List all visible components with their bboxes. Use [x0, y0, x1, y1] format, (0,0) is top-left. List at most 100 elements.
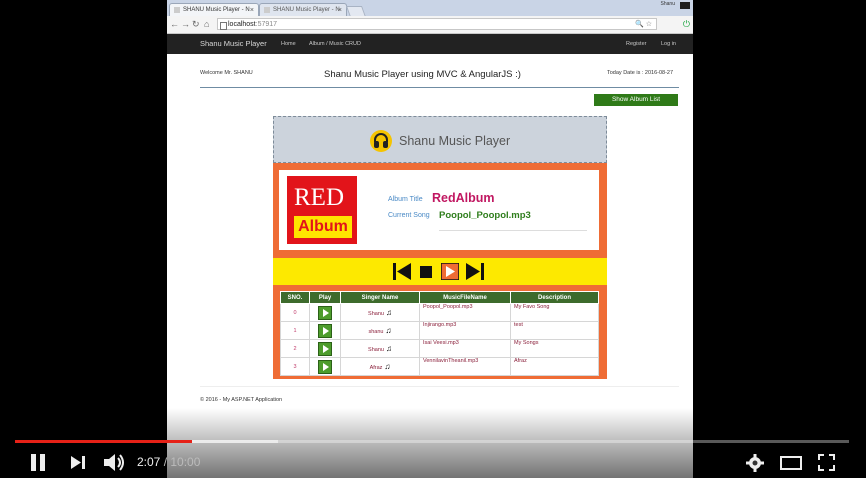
- today-date: Today Date is : 2016-08-27: [607, 70, 674, 76]
- stop-icon[interactable]: [420, 266, 432, 278]
- play-song-button[interactable]: [318, 323, 332, 338]
- site-navbar: Shanu Music Player Home Album / Music CR…: [167, 34, 693, 54]
- url-port: :57917: [255, 21, 278, 28]
- tab-label: SHANU Music Player - N: [183, 7, 250, 13]
- player-controls: [273, 258, 607, 285]
- url-host: localhost: [228, 21, 256, 28]
- nav-login[interactable]: Log in: [661, 34, 676, 54]
- column-header: MusicFileName: [419, 291, 511, 304]
- table-row[interactable]: 1 shanu ♫ Injirango.mp3 test: [280, 321, 599, 340]
- cell-sno: 3: [280, 357, 310, 376]
- cell-file: Isai Veesi.mp3: [419, 339, 511, 358]
- cell-desc: My Favo Song: [510, 303, 599, 322]
- now-playing-card: RED Album Album Title RedAlbum Current S…: [279, 170, 599, 250]
- music-player: Shanu Music Player RED Album Album Title…: [273, 116, 607, 379]
- duration: 10:00: [170, 455, 201, 469]
- home-icon[interactable]: ⌂: [204, 19, 209, 30]
- previous-icon[interactable]: [393, 263, 411, 280]
- forward-icon[interactable]: →: [181, 19, 190, 30]
- play-song-button[interactable]: [318, 341, 332, 356]
- column-header: Singer Name: [340, 291, 420, 304]
- progress-bar[interactable]: [15, 440, 849, 443]
- play-song-button[interactable]: [318, 359, 332, 374]
- page-title: Shanu Music Player using MVC & AngularJS…: [324, 69, 521, 80]
- cell-sno: 1: [280, 321, 310, 340]
- close-tab-icon[interactable]: ×: [250, 4, 254, 16]
- cell-play: [309, 339, 341, 358]
- album-table: SNO. Play Singer Name MusicFileName Desc…: [280, 291, 599, 376]
- controls-shade: [0, 408, 866, 478]
- table-row[interactable]: 2 Shanu ♫ Isai Veesi.mp3 My Songs: [280, 339, 599, 358]
- video-frame[interactable]: SHANU Music Player - N × SHANU Music Pla…: [167, 0, 693, 478]
- site-brand[interactable]: Shanu Music Player: [200, 34, 267, 54]
- divider: [200, 386, 679, 387]
- next-icon[interactable]: [466, 263, 484, 280]
- settings-gear-icon[interactable]: [746, 454, 764, 472]
- plugin-icon[interactable]: ⏻: [683, 19, 690, 29]
- volume-icon[interactable]: [104, 453, 126, 472]
- window-user: Shanu: [660, 1, 675, 7]
- divider: [200, 87, 679, 88]
- play-song-button[interactable]: [318, 305, 332, 320]
- theater-mode-icon[interactable]: [780, 456, 802, 470]
- cell-play: [309, 321, 341, 340]
- pause-icon[interactable]: [30, 454, 46, 471]
- show-album-list-button[interactable]: Show Album List: [594, 94, 678, 106]
- album-cover-line2: Album: [294, 216, 352, 238]
- current-song-label: Current Song: [388, 212, 430, 219]
- time-display: 2:07 / 10:00: [137, 455, 200, 469]
- cell-desc: Afraz: [510, 357, 599, 376]
- table-row[interactable]: 3 Afraz ♫ VennilavinTheanil.mp3 Afraz: [280, 357, 599, 376]
- cell-singer: Afraz ♫: [340, 357, 420, 376]
- browser-tab-active[interactable]: SHANU Music Player - N ×: [169, 3, 259, 16]
- play-icon[interactable]: [441, 263, 459, 280]
- album-cover-line1: RED: [294, 184, 344, 211]
- cell-singer: Shanu ♫: [340, 303, 420, 322]
- singer-name: Shanu: [368, 347, 384, 353]
- favicon: [264, 7, 270, 13]
- album-title-label: Album Title: [388, 196, 423, 203]
- player-header: Shanu Music Player: [273, 116, 607, 163]
- column-header: SNO.: [280, 291, 310, 304]
- cell-sno: 0: [280, 303, 310, 322]
- album-table-panel: SNO. Play Singer Name MusicFileName Desc…: [273, 285, 607, 379]
- music-note-icon: ♫: [385, 344, 392, 353]
- browser-tab[interactable]: SHANU Music Player - N ×: [259, 3, 347, 16]
- next-video-icon[interactable]: [71, 456, 86, 469]
- page-icon: [220, 22, 227, 30]
- cell-singer: Shanu ♫: [340, 339, 420, 358]
- cell-desc: test: [510, 321, 599, 340]
- address-bar[interactable]: localhost:57917 🔍 ☆: [217, 18, 657, 30]
- now-playing-panel: RED Album Album Title RedAlbum Current S…: [273, 163, 607, 258]
- nav-register[interactable]: Register: [626, 34, 646, 54]
- cell-sno: 2: [280, 339, 310, 358]
- headphones-icon: [370, 130, 392, 152]
- time-separator: /: [160, 455, 171, 469]
- window-controls[interactable]: [680, 2, 690, 9]
- reload-icon[interactable]: ↻: [192, 19, 200, 30]
- singer-name: Shanu: [368, 311, 384, 317]
- cell-file: VennilavinTheanil.mp3: [419, 357, 511, 376]
- divider: [439, 230, 587, 231]
- table-row[interactable]: 0 Shanu ♫ Poopol_Poopol.mp3 My Favo Song: [280, 303, 599, 322]
- welcome-text: Welcome Mr. SHANU: [200, 70, 253, 76]
- album-title-value: RedAlbum: [432, 191, 495, 205]
- cell-singer: shanu ♫: [340, 321, 420, 340]
- music-note-icon: ♫: [385, 308, 392, 317]
- footer-copyright: © 2016 - My ASP.NET Application: [200, 397, 283, 403]
- browser-tabbar: SHANU Music Player - N × SHANU Music Pla…: [167, 0, 693, 17]
- column-header: Play: [309, 291, 341, 304]
- back-icon[interactable]: ←: [170, 19, 179, 30]
- favicon: [174, 7, 180, 13]
- fullscreen-icon[interactable]: [818, 454, 835, 471]
- cell-file: Injirango.mp3: [419, 321, 511, 340]
- cell-play: [309, 357, 341, 376]
- music-note-icon: ♫: [385, 326, 392, 335]
- player-title: Shanu Music Player: [399, 134, 511, 148]
- nav-home[interactable]: Home: [281, 34, 296, 54]
- singer-name: Afraz: [369, 365, 383, 371]
- close-tab-icon[interactable]: ×: [338, 4, 342, 16]
- nav-album-crud[interactable]: Album / Music CRUD: [309, 34, 361, 54]
- address-tools-icons[interactable]: 🔍 ☆: [635, 19, 652, 31]
- browser-toolbar: ← → ↻ ⌂ localhost:57917 🔍 ☆ ⏻: [167, 16, 693, 34]
